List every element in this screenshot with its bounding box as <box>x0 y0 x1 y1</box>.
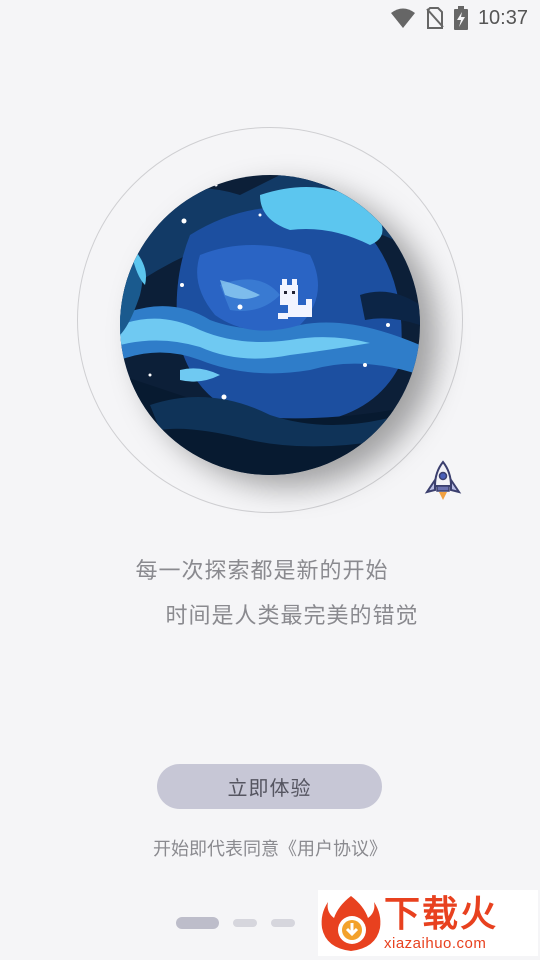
status-time: 10:37 <box>477 6 528 29</box>
watermark-url: xiazaihuo.com <box>384 934 487 952</box>
page-dot-2[interactable] <box>233 919 257 927</box>
agreement-text: 开始即代表同意《用户协议》 <box>0 835 540 861</box>
tagline-secondary: 时间是人类最完美的错觉 <box>165 604 419 629</box>
flame-logo-icon <box>321 896 381 951</box>
page-dot-1[interactable] <box>176 917 219 929</box>
user-agreement-link[interactable]: 《用户协议》 <box>279 839 387 860</box>
no-sim-icon <box>426 7 444 29</box>
watermark-name: 下载火 <box>384 893 499 935</box>
rocket-icon <box>420 458 466 504</box>
battery-charging-icon <box>453 6 468 30</box>
status-bar: 10:37 <box>0 0 540 36</box>
watermark: 下载火 xiazaihuo.com <box>318 890 538 956</box>
page-indicator <box>176 917 295 929</box>
page-dot-3[interactable] <box>271 919 295 927</box>
tagline-primary: 每一次探索都是新的开始 <box>135 559 389 584</box>
start-experience-button[interactable]: 立即体验 <box>157 764 382 809</box>
wifi-icon <box>390 8 415 28</box>
agreement-prefix: 开始即代表同意 <box>153 839 279 860</box>
planet-illustration <box>120 175 420 475</box>
